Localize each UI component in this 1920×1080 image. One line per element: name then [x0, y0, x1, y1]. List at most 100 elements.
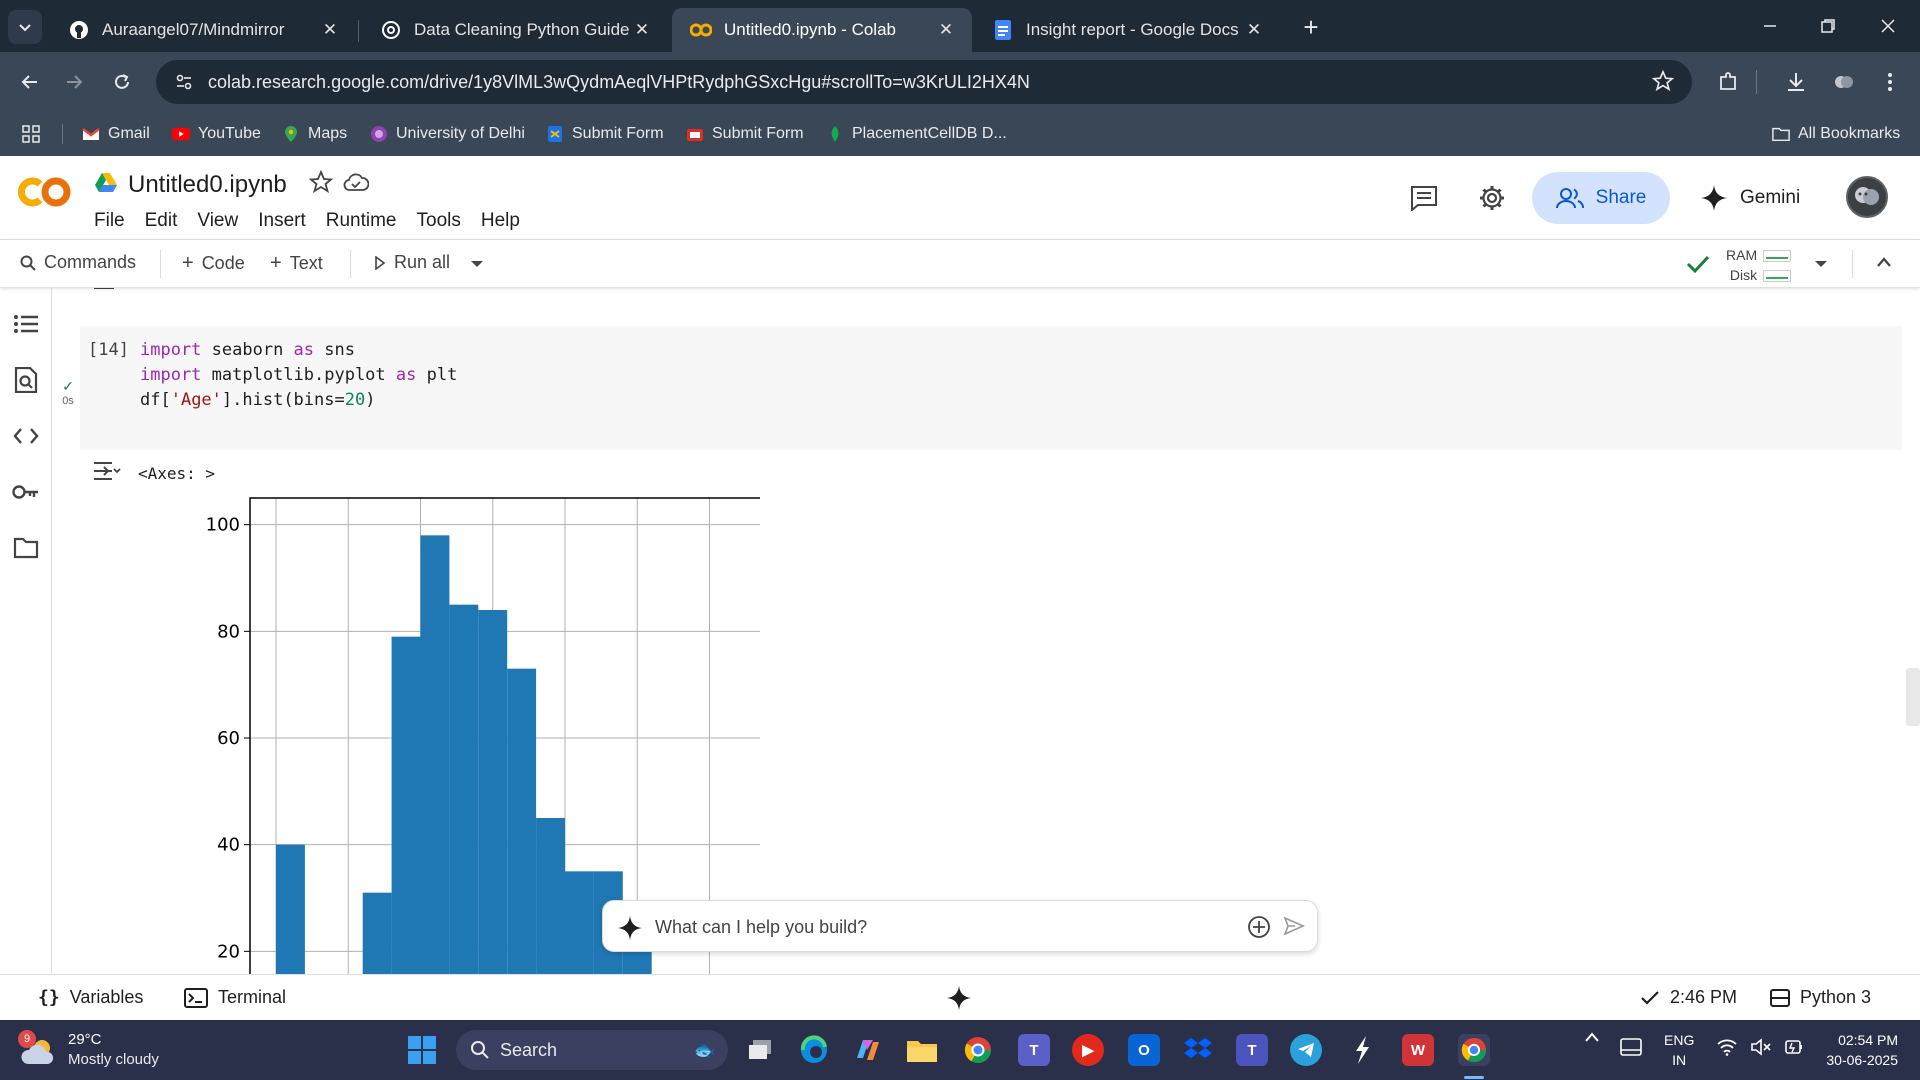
output-actions-icon[interactable]: [92, 460, 122, 487]
code-cell[interactable]: ✓ 0s [14] import seaborn as sns import ma…: [62, 326, 1902, 450]
forward-button[interactable]: [56, 64, 92, 100]
bookmark-youtube[interactable]: YouTube: [172, 122, 261, 146]
kernel-label: Python 3: [1800, 987, 1872, 1007]
table-of-contents-icon[interactable]: [12, 310, 40, 338]
secrets-key-icon[interactable]: [12, 478, 40, 506]
cloud-saved-icon[interactable]: [343, 172, 370, 197]
apps-button[interactable]: [22, 122, 40, 146]
language-indicator[interactable]: ENG IN: [1664, 1030, 1694, 1070]
tab-chatgpt[interactable]: Data Cleaning Python Guide ✕: [362, 8, 668, 52]
file-explorer-icon[interactable]: [906, 1034, 938, 1066]
bookmark-maps[interactable]: Maps: [282, 122, 347, 146]
avatar[interactable]: [1846, 176, 1888, 218]
close-icon[interactable]: ✕: [630, 18, 654, 42]
find-replace-icon[interactable]: [12, 366, 40, 394]
variables-button[interactable]: {} Variables: [38, 987, 143, 1008]
terminal-button[interactable]: Terminal: [184, 987, 286, 1008]
menu-edit[interactable]: Edit: [145, 210, 178, 232]
url-bar[interactable]: colab.research.google.com/drive/1y8VlML3…: [156, 60, 1692, 104]
tablet-mode-icon[interactable]: [1620, 1038, 1642, 1058]
telegram-icon[interactable]: [1290, 1034, 1322, 1066]
menu-insert[interactable]: Insert: [258, 210, 306, 232]
all-bookmarks-button[interactable]: All Bookmarks: [1772, 122, 1900, 146]
close-icon[interactable]: ✕: [1242, 18, 1266, 42]
add-attachment-icon[interactable]: [1247, 915, 1271, 944]
code-editor[interactable]: import seaborn as sns import matplotlib.p…: [140, 338, 457, 413]
code-snippets-icon[interactable]: [12, 422, 40, 450]
profile-extension-button[interactable]: [1826, 64, 1862, 100]
ram-disk-indicator[interactable]: RAM Disk: [1726, 245, 1792, 285]
gemini-status-button[interactable]: [946, 985, 972, 1011]
comments-button[interactable]: [1406, 180, 1442, 216]
app-bolt-icon[interactable]: [1346, 1034, 1378, 1066]
system-clock[interactable]: 02:54 PM 30-06-2025: [1818, 1030, 1898, 1070]
run-all-button[interactable]: Run all: [374, 252, 450, 273]
gemini-button[interactable]: Gemini: [1700, 172, 1800, 224]
send-icon[interactable]: [1283, 915, 1305, 942]
outlook-icon[interactable]: O: [1128, 1034, 1160, 1066]
windows-start-button[interactable]: [408, 1036, 436, 1064]
resources-dropdown[interactable]: [1814, 260, 1828, 268]
bookmark-submit-form-2[interactable]: Submit Form: [686, 122, 804, 146]
files-folder-icon[interactable]: [12, 534, 40, 562]
menu-file[interactable]: File: [94, 210, 125, 232]
menu-tools[interactable]: Tools: [417, 210, 461, 232]
collapse-header-button[interactable]: [1876, 256, 1892, 268]
kernel-status[interactable]: Python 3: [1770, 987, 1871, 1008]
add-code-label: Code: [201, 253, 245, 273]
back-button[interactable]: [12, 64, 48, 100]
close-icon[interactable]: ✕: [318, 18, 342, 42]
browser-menu-button[interactable]: [1872, 64, 1908, 100]
run-all-dropdown[interactable]: [470, 260, 484, 268]
reload-button[interactable]: [104, 64, 140, 100]
youtube-music-icon[interactable]: ▶: [1072, 1034, 1104, 1066]
tab-colab[interactable]: Untitled0.ipynb - Colab ✕: [672, 8, 972, 52]
runtime-connected-icon[interactable]: [1686, 254, 1710, 274]
close-icon[interactable]: ✕: [934, 18, 958, 42]
new-tab-button[interactable]: +: [1296, 12, 1326, 42]
notebook-title[interactable]: Untitled0.ipynb: [128, 171, 287, 199]
output-toggle-icon[interactable]: [92, 288, 118, 299]
minimize-button[interactable]: [1750, 8, 1790, 44]
edge-icon[interactable]: [798, 1034, 830, 1066]
colab-logo[interactable]: [18, 176, 74, 208]
add-text-button[interactable]: + Text: [270, 252, 323, 275]
copilot-icon[interactable]: [852, 1034, 884, 1066]
restore-button[interactable]: [1808, 8, 1848, 44]
dropbox-icon[interactable]: [1182, 1034, 1214, 1066]
scrollbar-thumb[interactable]: [1906, 668, 1920, 726]
star-icon[interactable]: [308, 169, 334, 199]
ai-prompt-input[interactable]: [655, 911, 1235, 943]
tab-github[interactable]: Auraangel07/Mindmirror ✕: [50, 8, 356, 52]
teams-icon[interactable]: T: [1018, 1034, 1050, 1066]
bookmark-star-icon[interactable]: [1651, 69, 1675, 97]
bookmark-placementcelldb[interactable]: PlacementCellDB D...: [826, 122, 1007, 146]
settings-button[interactable]: [1474, 180, 1510, 216]
share-button[interactable]: Share: [1532, 172, 1670, 224]
site-settings-icon[interactable]: [174, 72, 194, 92]
cell-run-status[interactable]: ✓ 0s: [58, 378, 78, 407]
menu-runtime[interactable]: Runtime: [326, 210, 397, 232]
bookmark-university-of-delhi[interactable]: University of Delhi: [370, 122, 525, 146]
quick-settings[interactable]: [1716, 1038, 1804, 1056]
chrome-active-icon[interactable]: [1458, 1034, 1490, 1066]
tab-search-button[interactable]: [8, 10, 42, 44]
add-code-button[interactable]: + Code: [182, 252, 245, 275]
chrome-icon[interactable]: [962, 1034, 994, 1066]
weather-widget[interactable]: 9 29°C Mostly cloudy: [18, 1030, 159, 1070]
menu-help[interactable]: Help: [481, 210, 520, 232]
tab-google-docs[interactable]: Insight report - Google Docs ✕: [974, 8, 1280, 52]
execution-status[interactable]: 2:46 PM: [1640, 987, 1737, 1008]
teams-classic-icon[interactable]: T: [1236, 1034, 1268, 1066]
task-view-icon[interactable]: [744, 1034, 776, 1066]
taskbar-search[interactable]: Search 🐟: [456, 1030, 728, 1070]
close-window-button[interactable]: [1868, 8, 1908, 44]
extensions-button[interactable]: [1710, 64, 1746, 100]
downloads-button[interactable]: [1778, 64, 1814, 100]
bookmark-submit-form-1[interactable]: Submit Form: [546, 122, 664, 146]
show-hidden-icons[interactable]: [1584, 1032, 1600, 1042]
bookmark-gmail[interactable]: Gmail: [82, 122, 150, 146]
commands-button[interactable]: Commands: [20, 252, 136, 273]
wps-office-icon[interactable]: W: [1402, 1034, 1434, 1066]
menu-view[interactable]: View: [197, 210, 238, 232]
